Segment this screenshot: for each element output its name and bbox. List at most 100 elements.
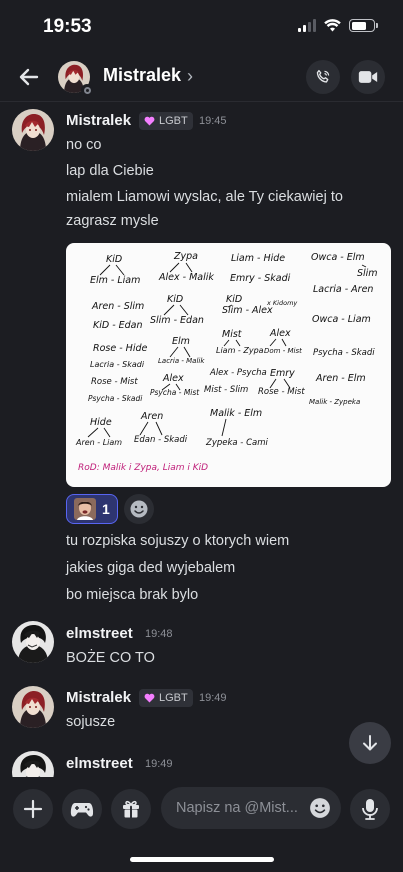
- signal-icon: [298, 19, 316, 32]
- note: KiD - Edan: [93, 320, 143, 331]
- video-icon: [358, 71, 378, 83]
- message-list[interactable]: Mistralek LGBT 19:45 no co lap dla Ciebi…: [0, 103, 403, 777]
- message-group: Mistralek LGBT 19:45 no co lap dla Ciebi…: [0, 109, 403, 603]
- message-text[interactable]: no co: [66, 133, 386, 157]
- gift-icon: [123, 800, 139, 818]
- message-text[interactable]: sojusze: [66, 710, 386, 734]
- chevron-right-icon[interactable]: ›: [187, 66, 193, 87]
- timestamp: 19:49: [145, 758, 173, 770]
- message-text[interactable]: BOŻE CO TO: [66, 646, 386, 670]
- header-avatar[interactable]: [58, 61, 93, 96]
- emoji-icon: [130, 500, 148, 518]
- message-group: elmstreet 19:48 BOŻE CO TO: [0, 621, 403, 671]
- image-attachment[interactable]: KiD Zypa Liam - Hide Owca - Elm Slim Elm…: [66, 243, 391, 487]
- note: KiD: [167, 294, 183, 305]
- role-tag[interactable]: LGBT: [139, 689, 193, 707]
- attachment-footer: RoD: Malik i Zypa, Liam i KiD: [78, 463, 208, 473]
- note: Edan - Skadi: [134, 435, 188, 445]
- activities-button[interactable]: [62, 789, 102, 829]
- handwritten-notes: KiD Zypa Liam - Hide Owca - Elm Slim Elm…: [75, 251, 378, 448]
- attach-button[interactable]: [13, 789, 53, 829]
- microphone-icon: [362, 799, 378, 820]
- wifi-icon: [324, 19, 341, 32]
- avatar[interactable]: [12, 109, 54, 151]
- note: Aren: [140, 411, 163, 422]
- note: Malik - Zypeka: [309, 398, 360, 406]
- gift-button[interactable]: [111, 789, 151, 829]
- heart-icon: [144, 116, 155, 126]
- add-reaction-button[interactable]: [123, 494, 154, 524]
- note: Alex: [162, 373, 184, 384]
- note: Lacria - Malik: [158, 357, 205, 365]
- note: Owca - Liam: [312, 314, 371, 325]
- message-text[interactable]: mialem Liamowi wyslac, ale Ty ciekawiej …: [66, 185, 381, 233]
- message-text[interactable]: tu rozpiska sojuszy o ktorych wiem: [66, 529, 386, 553]
- note: Psycha - Mist: [150, 388, 200, 397]
- message-composer: [0, 777, 403, 837]
- message-text[interactable]: bo miejsca brak bylo: [66, 583, 386, 607]
- note: Lacria - Skadi: [90, 360, 145, 369]
- username[interactable]: Mistralek: [66, 689, 131, 706]
- note: Aren - Elm: [315, 373, 366, 384]
- note: Liam - Hide: [231, 253, 285, 264]
- timestamp: 19:49: [199, 692, 227, 704]
- note: Liam - Zypa: [216, 346, 264, 355]
- heart-icon: [144, 693, 155, 703]
- note: Dom - Mist: [264, 347, 302, 355]
- home-indicator: [130, 857, 274, 862]
- message-group: Mistralek LGBT 19:49 sojusze: [0, 686, 403, 736]
- channel-title[interactable]: Mistralek: [103, 65, 181, 86]
- chat-header: Mistralek ›: [0, 52, 403, 102]
- jump-to-latest-button[interactable]: [349, 722, 391, 764]
- note: Alex - Malik: [158, 272, 214, 283]
- message-text[interactable]: jakies giga ded wyjebalem: [66, 556, 386, 580]
- arrow-down-icon: [363, 735, 377, 751]
- role-label: LGBT: [159, 692, 188, 704]
- note: Rose - Hide: [93, 343, 147, 354]
- timestamp: 19:45: [199, 115, 227, 127]
- note: Emry: [270, 368, 295, 379]
- note: Elm: [172, 336, 190, 347]
- note: Slim - Edan: [150, 315, 204, 326]
- note: Mist - Slim: [204, 385, 248, 395]
- plus-icon: [23, 799, 43, 819]
- note: KiD: [106, 254, 122, 265]
- message-group: elmstreet 19:49: [0, 751, 403, 777]
- username[interactable]: elmstreet: [66, 625, 133, 642]
- reaction-pill[interactable]: 1: [66, 494, 118, 524]
- note: Malik - Elm: [210, 408, 262, 419]
- avatar[interactable]: [12, 686, 54, 728]
- role-label: LGBT: [159, 115, 188, 127]
- note: Alex - Psycha: [209, 368, 267, 378]
- username[interactable]: elmstreet: [66, 755, 133, 772]
- phone-icon: [316, 69, 330, 83]
- back-arrow-icon[interactable]: [16, 64, 42, 90]
- note: Elm - Liam: [90, 275, 140, 286]
- message-input[interactable]: [176, 800, 311, 816]
- battery-icon: [349, 19, 378, 32]
- call-button[interactable]: [306, 60, 340, 94]
- video-call-button[interactable]: [351, 60, 385, 94]
- reaction-count: 1: [102, 501, 110, 517]
- status-indicator: [81, 84, 93, 96]
- note: Mist: [222, 329, 243, 340]
- note: Hide: [90, 417, 112, 428]
- note: Zypa: [173, 251, 198, 262]
- note: x Kidomy: [266, 299, 297, 307]
- note: Aren - Liam: [75, 438, 122, 447]
- note: Aren - Slim: [91, 301, 144, 312]
- note: Psycha - Skadi: [313, 348, 375, 358]
- message-input-container: [161, 787, 341, 829]
- note: Owca - Elm: [311, 252, 365, 263]
- reactions-bar: 1: [66, 494, 154, 524]
- voice-message-button[interactable]: [350, 789, 390, 829]
- status-icons: [298, 19, 378, 32]
- emoji-icon[interactable]: [309, 797, 331, 819]
- note: Alex: [269, 328, 291, 339]
- message-text[interactable]: lap dla Ciebie: [66, 159, 386, 183]
- avatar[interactable]: [12, 751, 54, 777]
- status-time: 19:53: [43, 16, 92, 37]
- avatar[interactable]: [12, 621, 54, 663]
- username[interactable]: Mistralek: [66, 112, 131, 129]
- role-tag[interactable]: LGBT: [139, 112, 193, 130]
